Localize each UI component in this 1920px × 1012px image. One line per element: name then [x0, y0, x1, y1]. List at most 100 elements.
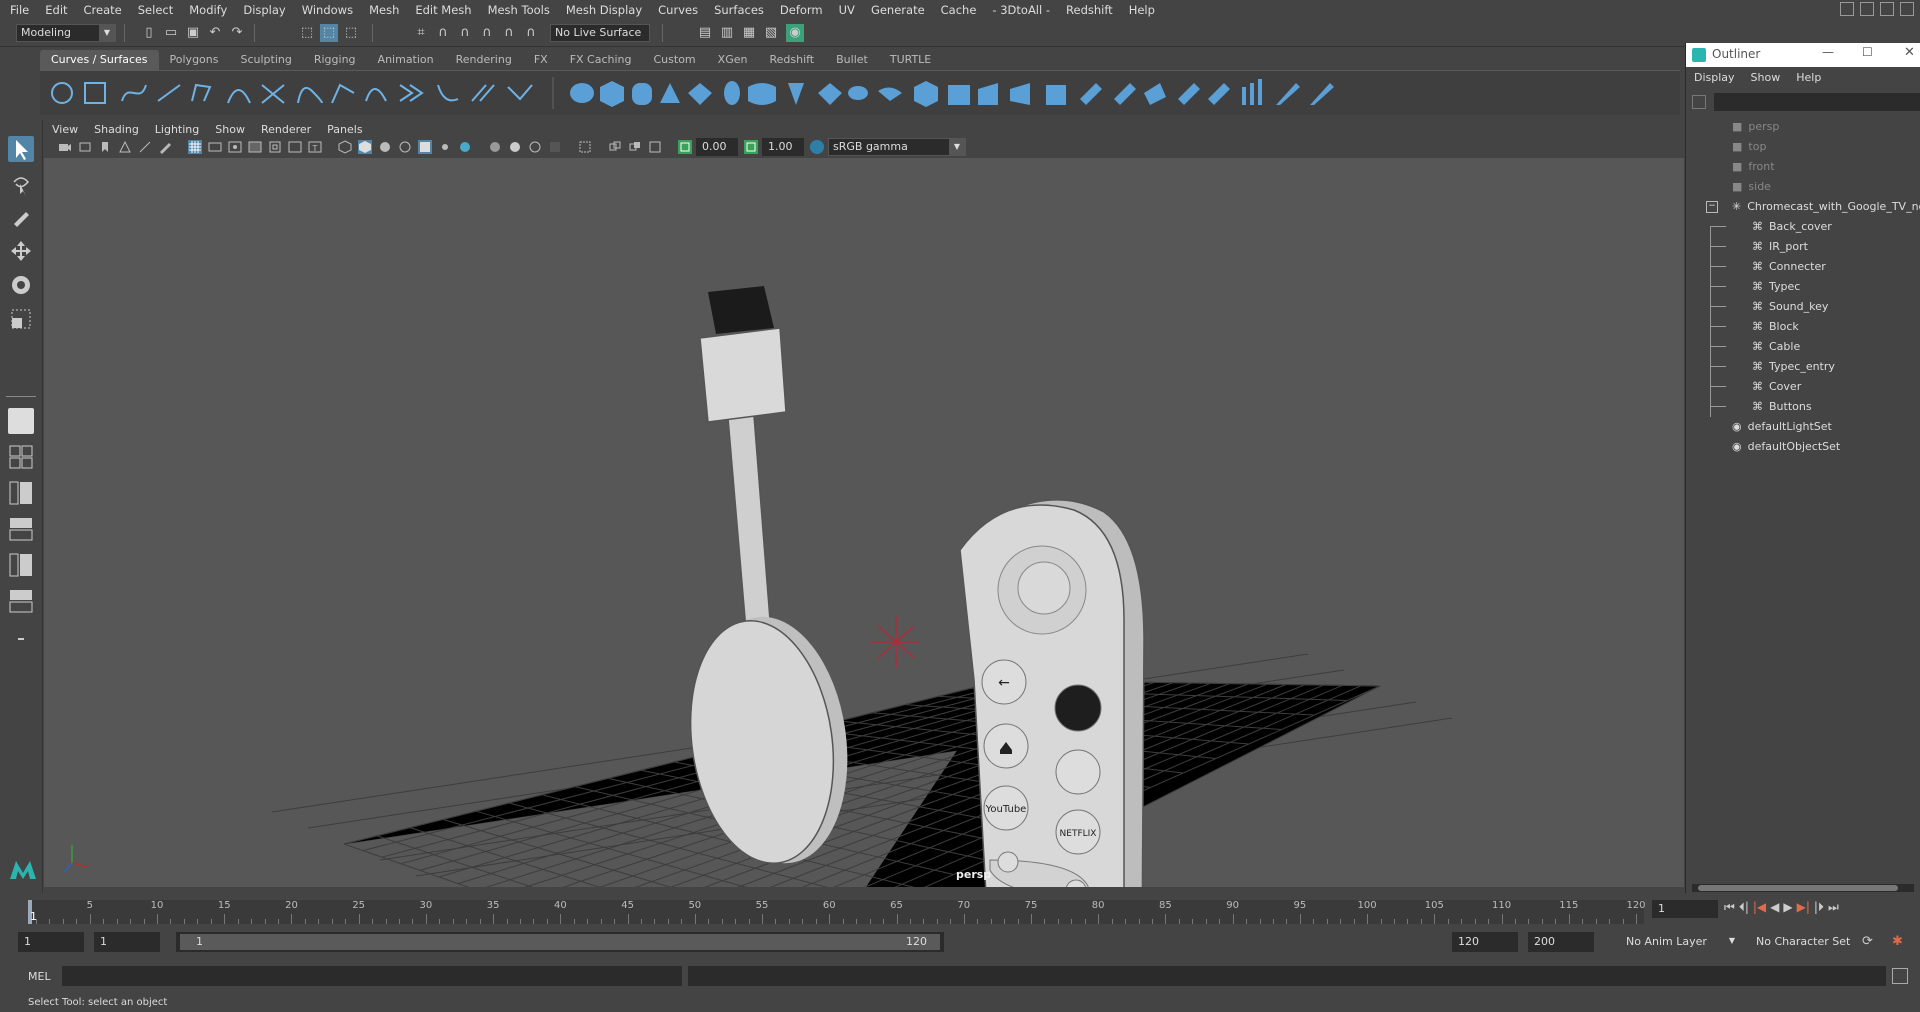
snap-surface-icon[interactable]: ∩	[500, 24, 518, 42]
resolution-gate-icon[interactable]	[228, 140, 242, 154]
menu-uv[interactable]: UV	[831, 3, 863, 17]
menu-deform[interactable]: Deform	[772, 3, 831, 17]
scale-tool-icon[interactable]	[8, 306, 34, 332]
depth-of-field-icon[interactable]	[548, 140, 562, 154]
range-slider[interactable]: 1 120	[176, 932, 944, 952]
command-language-label[interactable]: MEL	[28, 970, 51, 983]
grid-toggle-icon[interactable]	[188, 140, 202, 154]
outliner-item-mesh[interactable]: ⌘ Back_cover	[1752, 217, 1832, 237]
viewport-menu-panels[interactable]: Panels	[319, 123, 370, 136]
layout-icon[interactable]	[1860, 2, 1874, 16]
outliner-item-mesh[interactable]: ⌘ Cable	[1752, 337, 1800, 357]
character-set-dropdown[interactable]: No Character Set	[1752, 933, 1870, 953]
render-settings-icon[interactable]: ▤	[696, 24, 714, 42]
auto-key-icon[interactable]: ⟳	[1862, 934, 1873, 949]
outliner-item-root[interactable]: ✳ Chromecast_with_Google_TV_ncl	[1732, 197, 1920, 217]
outliner-search-input[interactable]	[1714, 93, 1920, 111]
textured-icon[interactable]	[418, 140, 432, 154]
single-perspective-layout-icon[interactable]	[8, 408, 34, 434]
outliner-menu-help[interactable]: Help	[1788, 69, 1829, 87]
shadows-icon[interactable]	[458, 140, 472, 154]
menu-generate[interactable]: Generate	[863, 3, 933, 17]
time-slider[interactable]: 5 10 15 20 25 30 35 40 45 50 55 60 65 70 75 80 85 90 95 100…	[28, 900, 1646, 924]
maximize-icon[interactable]: ☐	[1862, 45, 1873, 59]
current-frame-field[interactable]: 1	[1652, 900, 1718, 918]
anti-aliasing-icon[interactable]	[528, 140, 542, 154]
menu-display[interactable]: Display	[235, 3, 293, 17]
shelf-tab-custom[interactable]: Custom	[643, 50, 707, 70]
range-slider-bar[interactable]	[180, 934, 940, 950]
save-scene-icon[interactable]: ▣	[184, 24, 202, 42]
close-icon[interactable]: ✕	[1904, 45, 1915, 60]
menu-redshift[interactable]: Redshift	[1058, 3, 1121, 17]
outliner-item-mesh[interactable]: ⌘ Block	[1752, 317, 1799, 337]
view-transform-dropdown[interactable]: sRGB gamma ▼	[828, 138, 966, 156]
shelf-tab-bullet[interactable]: Bullet	[825, 50, 879, 70]
menu-mesh-display[interactable]: Mesh Display	[558, 3, 650, 17]
redshift-render-icon[interactable]: ◉	[786, 24, 804, 42]
playback-end-field[interactable]: 120	[1452, 932, 1518, 952]
shelf-tab-animation[interactable]: Animation	[367, 50, 445, 70]
script-editor-icon[interactable]	[1892, 968, 1908, 984]
menu-select[interactable]: Select	[130, 3, 181, 17]
start-time-field[interactable]: 1	[18, 932, 84, 952]
menu-curves[interactable]: Curves	[650, 3, 706, 17]
anim-layer-dropdown[interactable]: No Anim Layer ▼	[1622, 933, 1740, 953]
outliner-item-set[interactable]: ◉ defaultObjectSet	[1732, 437, 1840, 457]
menu-mesh[interactable]: Mesh	[361, 3, 407, 17]
exposure-field[interactable]: 0.00	[696, 138, 738, 156]
shelf-tab-rigging[interactable]: Rigging	[303, 50, 367, 70]
outliner-scroll-thumb[interactable]	[1698, 885, 1898, 891]
menu-mesh-tools[interactable]: Mesh Tools	[480, 3, 558, 17]
command-input[interactable]	[62, 966, 682, 986]
wireframe-on-shaded-icon[interactable]	[398, 140, 412, 154]
safe-title-icon[interactable]: T	[308, 140, 322, 154]
gamma-toggle-icon[interactable]	[744, 140, 758, 154]
select-object-icon[interactable]: ⬚	[320, 24, 338, 42]
bookmark-icon[interactable]	[98, 140, 112, 154]
screen-space-ao-icon[interactable]	[488, 140, 502, 154]
color-management-icon[interactable]	[810, 140, 824, 154]
undo-icon[interactable]: ↶	[206, 24, 224, 42]
2d-pan-zoom-icon[interactable]	[138, 140, 152, 154]
menu-3dtoall[interactable]: - 3DtoAll -	[984, 3, 1058, 17]
outliner-menu-show[interactable]: Show	[1743, 69, 1789, 87]
end-time-field[interactable]: 200	[1528, 932, 1594, 952]
viewport-menu-renderer[interactable]: Renderer	[253, 123, 319, 136]
outliner-item-mesh[interactable]: ⌘ Cover	[1752, 377, 1801, 397]
step-back-key-icon[interactable]: |◀	[1753, 900, 1766, 915]
viewport-persp[interactable]: ← YouTube NETFLIX	[44, 120, 1684, 887]
select-component-icon[interactable]: ⬚	[342, 24, 360, 42]
menu-help[interactable]: Help	[1121, 3, 1163, 17]
mode-dropdown[interactable]: Modeling ▼	[16, 24, 116, 42]
shelf-tab-fx-caching[interactable]: FX Caching	[559, 50, 643, 70]
exposure-toggle-icon[interactable]	[678, 140, 692, 154]
four-view-layout-icon[interactable]	[8, 444, 34, 470]
ipr-render-icon[interactable]: ▦	[740, 24, 758, 42]
step-forward-icon[interactable]: |⏵	[1814, 900, 1824, 915]
outliner-item-mesh[interactable]: ⌘ Typec	[1752, 277, 1800, 297]
xray-components-icon[interactable]	[648, 140, 662, 154]
minimize-icon[interactable]: —	[1822, 45, 1834, 59]
shelf-tab-turtle[interactable]: TURTLE	[879, 50, 942, 70]
shelf-tab-fx[interactable]: FX	[523, 50, 559, 70]
camera-select-icon[interactable]	[58, 140, 72, 154]
outliner-item-camera[interactable]: ■ side	[1732, 177, 1771, 197]
viewport-menu-lighting[interactable]: Lighting	[147, 123, 207, 136]
menu-edit-mesh[interactable]: Edit Mesh	[407, 3, 479, 17]
gate-mask-icon[interactable]	[248, 140, 262, 154]
camera-attributes-icon[interactable]	[78, 140, 92, 154]
film-gate-icon[interactable]	[208, 140, 222, 154]
menu-cache[interactable]: Cache	[933, 3, 985, 17]
playback-start-field[interactable]: 1	[94, 932, 160, 952]
shelf-tab-sculpting[interactable]: Sculpting	[229, 50, 302, 70]
viewport-menu-view[interactable]: View	[44, 123, 86, 136]
xray-icon[interactable]	[608, 140, 622, 154]
viewport-menu-shading[interactable]: Shading	[86, 123, 147, 136]
lasso-tool-icon[interactable]	[8, 172, 34, 198]
go-to-end-icon[interactable]: ⏭	[1828, 900, 1839, 915]
step-forward-key-icon[interactable]: ▶|	[1797, 900, 1810, 915]
safe-action-icon[interactable]	[288, 140, 302, 154]
move-tool-icon[interactable]	[8, 238, 34, 264]
snap-grid-icon[interactable]: ⌗	[412, 24, 430, 42]
